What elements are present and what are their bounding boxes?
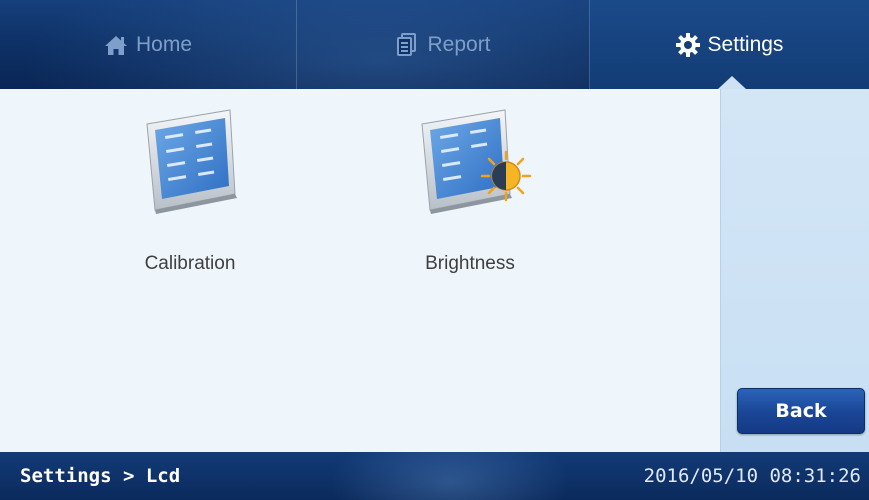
tab-home-label: Home [135, 32, 193, 56]
tab-report-label: Report [427, 32, 491, 56]
datetime-display: 2016/05/10 08:31:26 [643, 465, 861, 487]
tab-report[interactable]: Report [297, 0, 589, 89]
brightness-label: Brightness [425, 253, 515, 274]
report-icon [395, 32, 419, 57]
lcd-brightness-icon [400, 98, 540, 223]
back-button[interactable]: Back [737, 388, 865, 434]
active-tab-pointer [718, 76, 746, 89]
breadcrumb: Settings > Lcd [20, 465, 181, 487]
gear-icon [675, 32, 700, 57]
brightness-tile[interactable]: Brightness [385, 98, 555, 275]
tab-home[interactable]: Home [0, 0, 296, 89]
tab-settings-label: Settings [707, 32, 784, 56]
calibration-tile[interactable]: Calibration [105, 98, 275, 275]
home-icon [104, 33, 128, 57]
status-bar: Settings > Lcd 2016/05/10 08:31:26 [0, 452, 869, 500]
calibration-label: Calibration [144, 253, 236, 274]
lcd-calibration-icon [125, 98, 255, 223]
